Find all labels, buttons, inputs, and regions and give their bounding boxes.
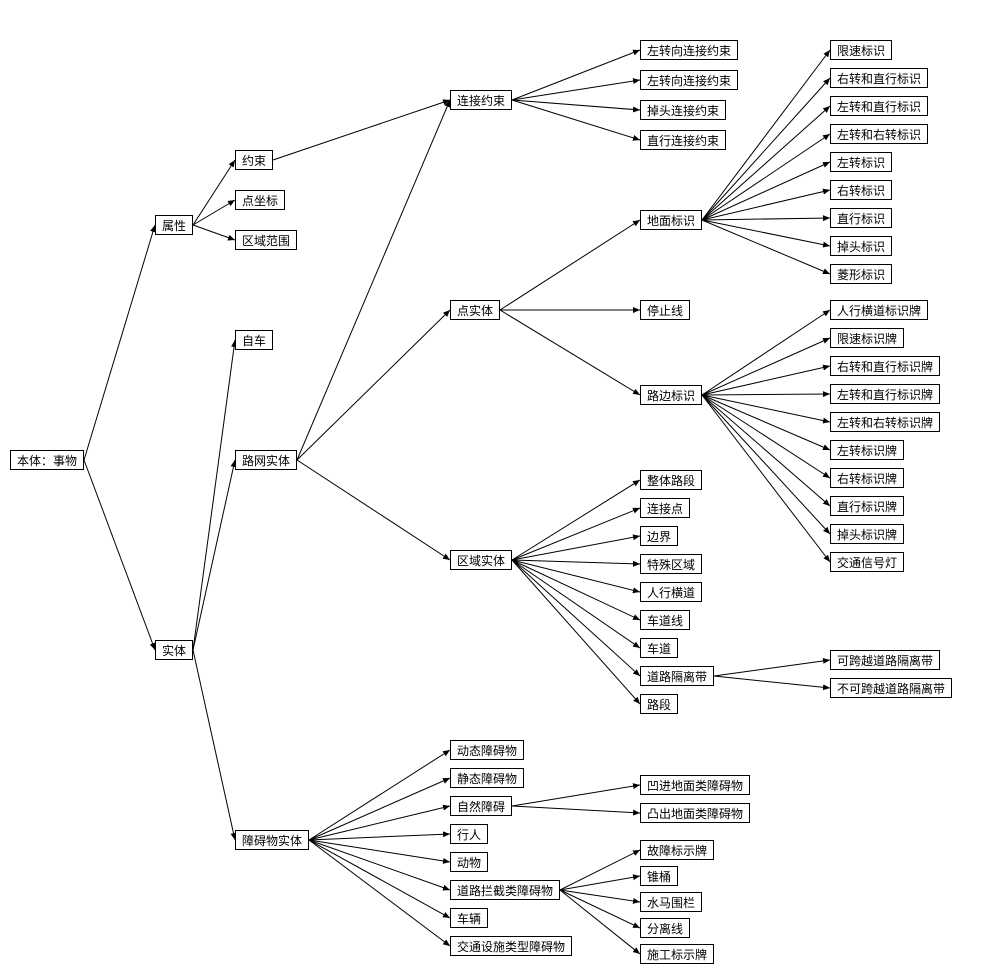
rs-9: 交通信号灯: [830, 552, 904, 572]
ob-3: 行人: [450, 824, 488, 844]
gm-7: 掉头标识: [830, 236, 892, 256]
rs-4: 左转和右转标识牌: [830, 412, 940, 432]
gm-0: 限速标识: [830, 40, 892, 60]
nat-0: 凹进地面类障碍物: [640, 775, 750, 795]
area-6: 车道: [640, 638, 678, 658]
roadnet-node: 路网实体: [235, 450, 297, 470]
conn-kid-1: 左转向连接约束: [640, 70, 738, 90]
attr-child-1: 点坐标: [235, 190, 285, 210]
area-3: 特殊区域: [640, 554, 702, 574]
ob-0: 动态障碍物: [450, 740, 524, 760]
sep-0: 可跨越道路隔离带: [830, 650, 940, 670]
sep-1: 不可跨越道路隔离带: [830, 678, 952, 698]
attr-child-0: 约束: [235, 150, 273, 170]
rs-0: 人行横道标识牌: [830, 300, 928, 320]
stop-line-node: 停止线: [640, 300, 690, 320]
nat-1: 凸出地面类障碍物: [640, 803, 750, 823]
ob-7: 交通设施类型障碍物: [450, 936, 572, 956]
area-0: 整体路段: [640, 470, 702, 490]
blk-0: 故障标示牌: [640, 840, 714, 860]
area-2: 边界: [640, 526, 678, 546]
area-1: 连接点: [640, 498, 690, 518]
rs-7: 直行标识牌: [830, 496, 904, 516]
area-7: 道路隔离带: [640, 666, 714, 686]
area-entity-node: 区域实体: [450, 550, 512, 570]
rs-2: 右转和直行标识牌: [830, 356, 940, 376]
gm-2: 左转和直行标识: [830, 96, 928, 116]
rs-5: 左转标识牌: [830, 440, 904, 460]
ob-1: 静态障碍物: [450, 768, 524, 788]
attr-child-2: 区域范围: [235, 230, 297, 250]
ob-2: 自然障碍: [450, 796, 512, 816]
gm-5: 右转标识: [830, 180, 892, 200]
rs-1: 限速标识牌: [830, 328, 904, 348]
area-5: 车道线: [640, 610, 690, 630]
entity-node: 实体: [155, 640, 193, 660]
ob-6: 车辆: [450, 908, 488, 928]
blk-2: 水马围栏: [640, 892, 702, 912]
ego-node: 自车: [235, 330, 273, 350]
attr-node: 属性: [155, 215, 193, 235]
obstacle-node: 障碍物实体: [235, 830, 309, 850]
gm-4: 左转标识: [830, 152, 892, 172]
gm-6: 直行标识: [830, 208, 892, 228]
rs-8: 掉头标识牌: [830, 524, 904, 544]
gm-3: 左转和右转标识: [830, 124, 928, 144]
ob-4: 动物: [450, 852, 488, 872]
conn-kid-2: 掉头连接约束: [640, 100, 726, 120]
conn-constraint-node: 连接约束: [450, 90, 512, 110]
conn-kid-0: 左转向连接约束: [640, 40, 738, 60]
root-node: 本体：事物: [10, 450, 84, 470]
blk-3: 分离线: [640, 918, 690, 938]
gm-1: 右转和直行标识: [830, 68, 928, 88]
blk-1: 锥桶: [640, 866, 678, 886]
area-8: 路段: [640, 694, 678, 714]
point-entity-node: 点实体: [450, 300, 500, 320]
conn-kid-3: 直行连接约束: [640, 130, 726, 150]
rs-3: 左转和直行标识牌: [830, 384, 940, 404]
blk-4: 施工标示牌: [640, 944, 714, 964]
ground-marks-node: 地面标识: [640, 210, 702, 230]
gm-8: 菱形标识: [830, 264, 892, 284]
ob-5: 道路拦截类障碍物: [450, 880, 560, 900]
rs-6: 右转标识牌: [830, 468, 904, 488]
roadside-marks-node: 路边标识: [640, 385, 702, 405]
area-4: 人行横道: [640, 582, 702, 602]
